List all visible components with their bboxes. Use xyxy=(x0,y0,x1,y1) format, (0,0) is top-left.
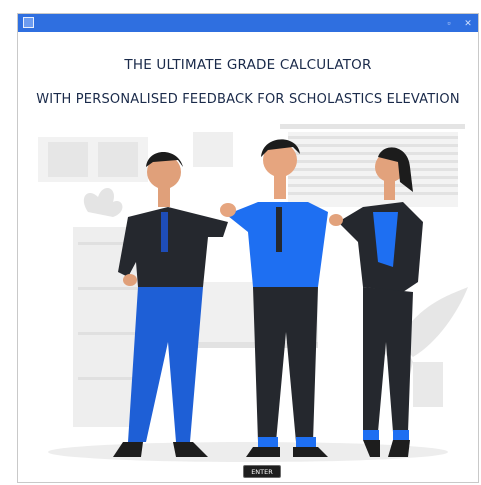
main-panel: THE ULTIMATE GRADE CALCULATOR WITH PERSO… xyxy=(18,32,478,482)
app-window: ▫ ✕ THE ULTIMATE GRADE CALCULATOR WITH P… xyxy=(17,13,479,483)
enter-button[interactable]: ENTER xyxy=(243,465,281,478)
celebration-illustration xyxy=(38,124,468,462)
app-icon xyxy=(23,17,34,28)
title-bar[interactable]: ▫ ✕ xyxy=(18,14,478,32)
page-subtitle: WITH PERSONALISED FEEDBACK FOR SCHOLASTI… xyxy=(36,92,460,107)
minimize-icon[interactable]: ▫ xyxy=(442,15,456,31)
page-title: THE ULTIMATE GRADE CALCULATOR xyxy=(124,57,372,73)
close-icon[interactable]: ✕ xyxy=(461,15,475,31)
